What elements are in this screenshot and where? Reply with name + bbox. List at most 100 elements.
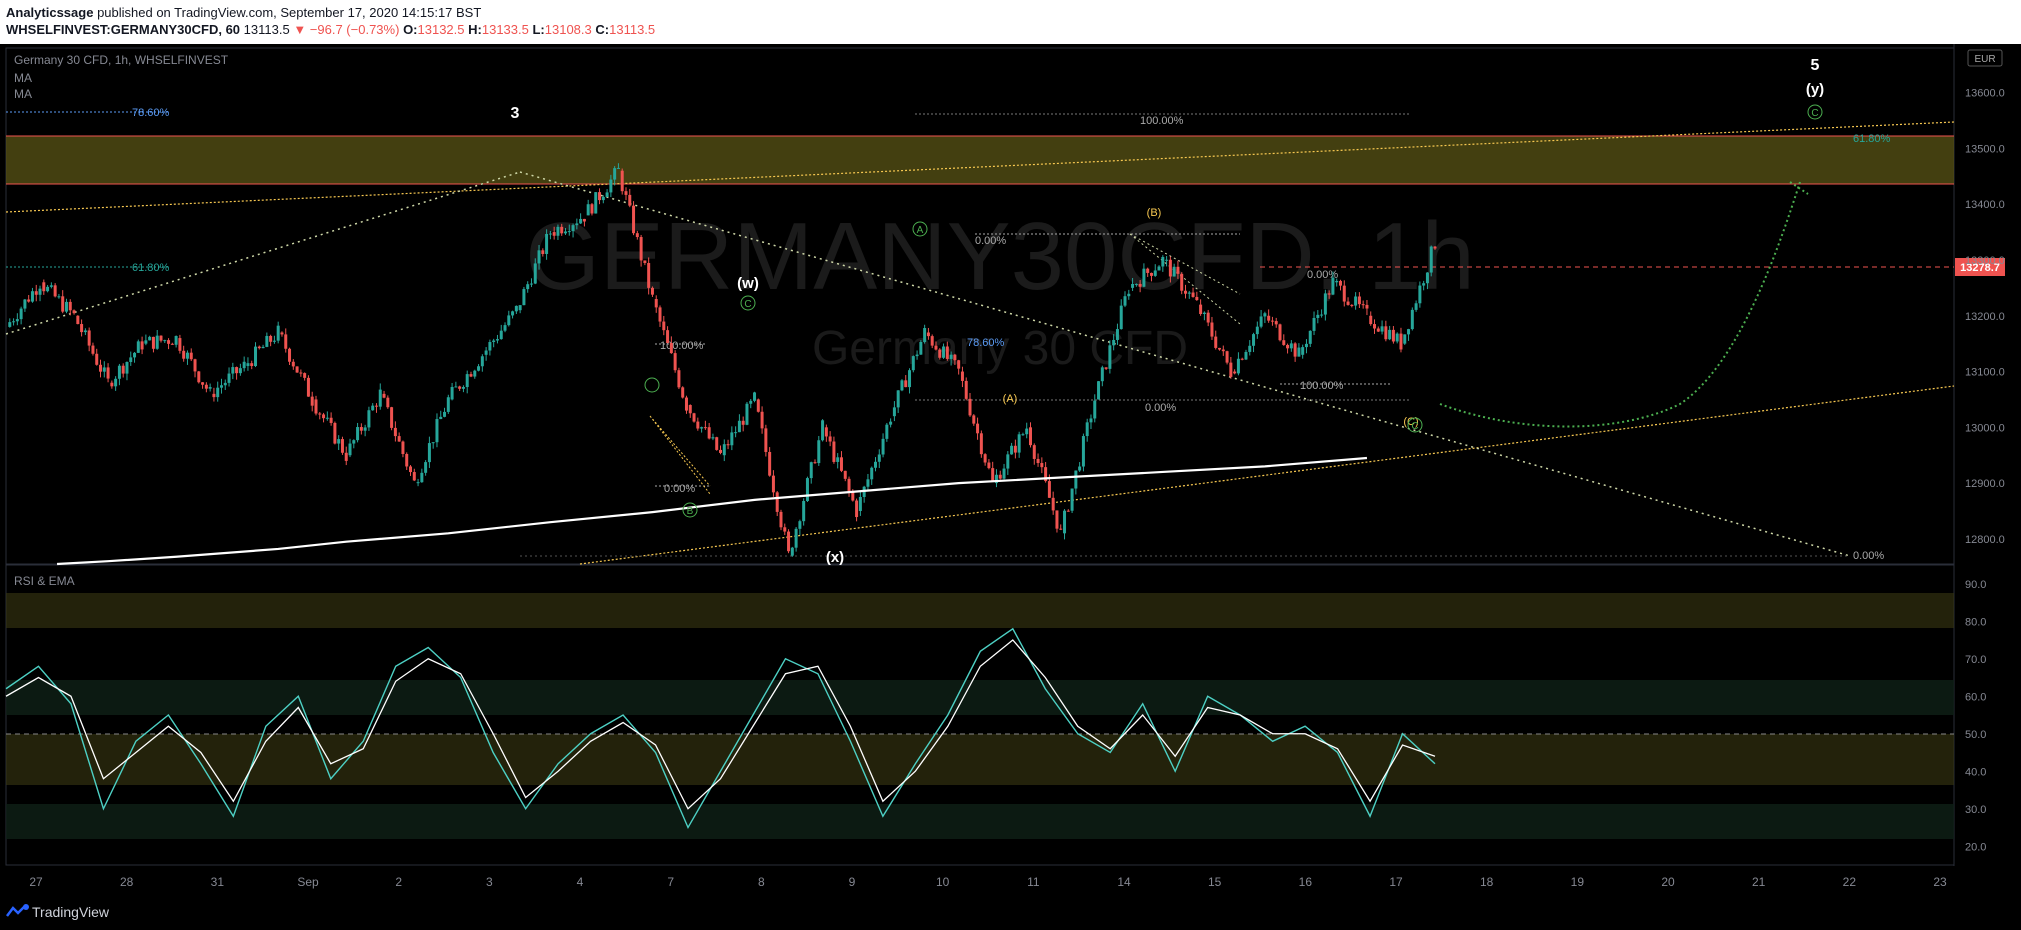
candle-body-133	[511, 311, 515, 316]
ma-legend-2[interactable]: MA	[14, 87, 32, 101]
candle-body-68	[265, 335, 269, 347]
candle-body-242	[923, 328, 927, 342]
candle-body-143	[548, 233, 552, 235]
price-tick-4: 13200.0	[1965, 311, 2005, 323]
rsi-legend-title[interactable]: RSI & EMA	[14, 574, 75, 588]
candle-body-196	[749, 400, 753, 404]
wave-label-3: 3	[511, 105, 520, 122]
candle-body-49	[193, 359, 197, 372]
candle-body-55	[216, 387, 220, 398]
candle-body-27	[110, 382, 114, 387]
candle-body-179	[684, 397, 688, 411]
candle-body-372	[1414, 303, 1418, 310]
candle-body-82	[318, 413, 322, 415]
candle-body-178	[681, 387, 685, 398]
candle-body-330	[1255, 326, 1259, 335]
candle-body-233	[889, 421, 893, 425]
ma-legend-1[interactable]: MA	[14, 71, 32, 85]
candle-body-213	[813, 462, 817, 464]
candle-body-188	[719, 449, 722, 453]
candle-body-148	[567, 231, 571, 233]
rsi-tick-0: 90.0	[1965, 579, 1986, 591]
candle-body-362	[1376, 328, 1380, 332]
candle-body-150	[575, 223, 579, 226]
chart-area[interactable]: GERMANY30CFD, 1h Germany 30 CFD 13278.7 …	[0, 44, 2021, 894]
candle-body-86	[333, 422, 337, 444]
currency-label[interactable]: EUR	[1974, 54, 1995, 65]
candle-body-57	[223, 382, 227, 386]
candle-body-134	[514, 305, 518, 312]
time-tick-20: 22	[1843, 875, 1857, 889]
candle-body-84	[325, 417, 329, 419]
candle-body-191	[730, 432, 734, 446]
candle-body-162	[620, 170, 624, 192]
candle-body-10	[46, 286, 50, 292]
candle-body-250	[953, 354, 957, 361]
candle-body-328	[1248, 345, 1252, 352]
candle-body-132	[507, 315, 511, 326]
candle-body-203	[775, 492, 779, 512]
time-tick-1: 28	[120, 875, 134, 889]
candle-body-198	[756, 399, 760, 412]
time-tick-5: 3	[486, 875, 493, 889]
candle-body-348	[1323, 293, 1327, 315]
candle-body-138	[529, 283, 533, 285]
time-axis[interactable]: 27 28 31 Sep 2 3 4 7 8 9 10 11 14 15 16 17 18 19 20 21 22 23	[29, 875, 1947, 889]
price-axis[interactable]: 13600.0 13500.0 13400.0 13300.0 13200.0 13100…	[1965, 88, 2005, 546]
candle-body-369	[1403, 334, 1407, 344]
candle-body-237	[904, 380, 908, 388]
footer-brand[interactable]: TradingView	[32, 904, 109, 920]
candle-body-216	[824, 427, 828, 437]
candle-body-58	[227, 373, 231, 383]
candle-body-316	[1202, 312, 1206, 314]
candle-body-151	[579, 218, 583, 224]
fib-label-100-right: 100.00%	[1300, 380, 1344, 392]
candle-body-59	[231, 367, 235, 374]
price-change: ▼ −96.7 (−0.73%)	[293, 22, 400, 37]
low-value: 13108.3	[544, 22, 592, 37]
wave-label-b-green: B	[687, 506, 694, 517]
candle-body-181	[692, 413, 696, 422]
candle-body-155	[594, 192, 598, 214]
candle-body-52	[204, 384, 208, 389]
candle-body-121	[465, 374, 469, 388]
candle-body-264	[1006, 454, 1010, 469]
candle-body-220	[839, 457, 843, 471]
publisher-name[interactable]: Analyticssage	[6, 5, 93, 20]
candle-body-229	[873, 461, 877, 468]
high-value: 13133.5	[481, 22, 529, 37]
candle-body-215	[821, 420, 825, 441]
candle-body-137	[526, 284, 530, 290]
candle-body-74	[288, 348, 292, 362]
candle-body-263	[1002, 468, 1006, 479]
candle-body-113	[435, 419, 439, 443]
candle-body-306	[1165, 259, 1169, 261]
candle-body-341	[1297, 347, 1301, 357]
candle-body-321	[1221, 349, 1225, 352]
candle-body-62	[242, 361, 246, 369]
candle-body-352	[1338, 280, 1342, 286]
candle-body-4	[23, 299, 27, 309]
candle-body-156	[598, 192, 602, 201]
candle-body-246	[938, 349, 942, 358]
candle-body-65	[254, 346, 258, 367]
candle-body-173	[662, 321, 666, 331]
published-text: published on TradingView.com, September …	[97, 5, 482, 20]
candle-body-139	[533, 263, 537, 284]
rsi-tick-4: 50.0	[1965, 729, 1986, 741]
candle-body-312	[1187, 292, 1191, 294]
rsi-tick-3: 60.0	[1965, 691, 1986, 703]
candle-body-368	[1399, 333, 1403, 350]
candle-body-45	[178, 338, 182, 351]
candle-body-125	[480, 356, 484, 367]
chart-svg[interactable]: GERMANY30CFD, 1h Germany 30 CFD 13278.7 …	[0, 44, 2021, 894]
candle-body-122	[469, 374, 473, 377]
rsi-axis[interactable]: 90.0 80.0 70.0 60.0 50.0 40.0 30.0 20.0	[1965, 579, 1986, 854]
candle-body-180	[688, 405, 692, 414]
chart-legend-title[interactable]: Germany 30 CFD, 1h, WHSELFINVEST	[14, 53, 229, 67]
candle-body-224	[855, 500, 859, 518]
candle-body-315	[1199, 304, 1203, 314]
candle-body-253	[964, 380, 968, 399]
candle-body-20	[83, 330, 87, 333]
candle-body-110	[424, 462, 428, 473]
